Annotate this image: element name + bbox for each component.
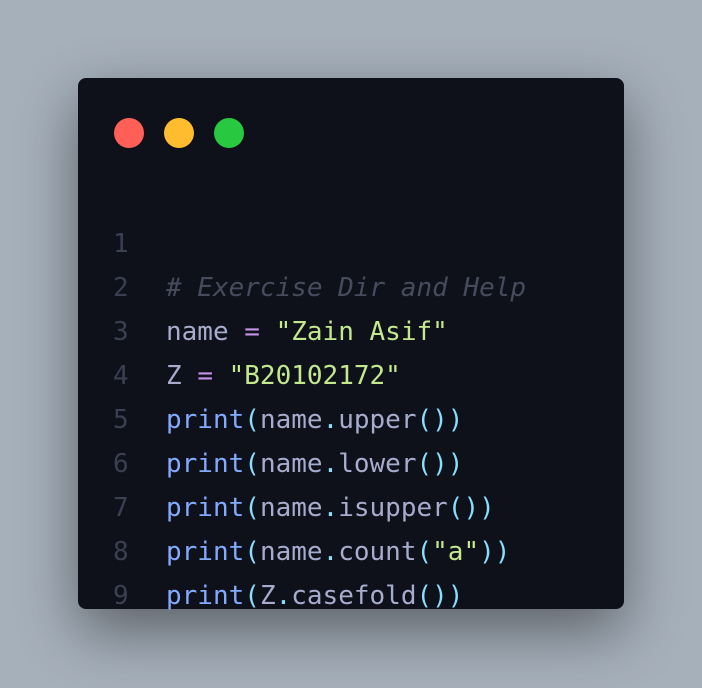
code-line: 2 name = "Zain Asif"	[78, 222, 624, 347]
code-line: 9	[78, 530, 624, 611]
line-number: 9	[113, 581, 129, 611]
maximize-button[interactable]	[214, 118, 244, 148]
minimize-button[interactable]	[164, 118, 194, 148]
code-line: 4 print(name.upper())	[78, 310, 624, 435]
code-line: 6 print(name.isupper())	[78, 398, 624, 523]
code-window: 1 # Exercise Dir and Help 2 name = "Zain…	[78, 78, 624, 611]
code-line: 1 # Exercise Dir and Help	[78, 178, 624, 303]
code-line: 5 print(name.lower())	[78, 354, 624, 479]
object-name: Z	[259, 581, 276, 611]
code-line: 3 Z = "B20102172"	[78, 266, 624, 391]
method-name: casefold	[291, 581, 417, 611]
close-button[interactable]	[114, 118, 144, 148]
code-line: 8 print(Z.casefold())	[78, 486, 624, 611]
code-editor: 1 # Exercise Dir and Help 2 name = "Zain…	[78, 178, 624, 611]
code-line: 7 print(name.count("a"))	[78, 442, 624, 567]
function-name: print	[166, 581, 245, 611]
